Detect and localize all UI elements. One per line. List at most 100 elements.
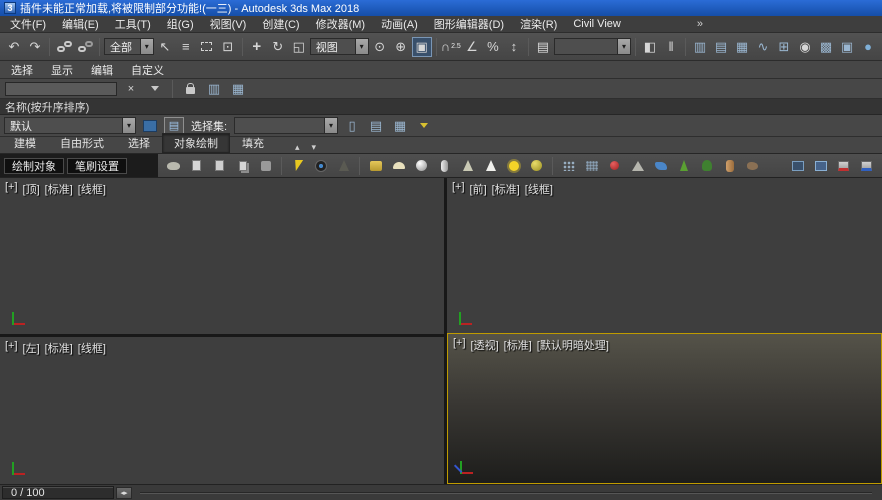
use-pivot-center-icon[interactable]: ⊙ — [370, 37, 390, 57]
selection-region-icon[interactable] — [197, 37, 217, 57]
search-input[interactable] — [5, 81, 117, 96]
viewport-pov-menu[interactable]: [前] — [470, 181, 487, 197]
percent-snap-icon[interactable]: % — [483, 37, 503, 57]
selection-set-combo[interactable]: ▾ — [234, 117, 339, 134]
layer-explorer-toggle-icon[interactable]: ▤ — [711, 37, 731, 57]
select-and-scale-icon[interactable]: ◱ — [289, 37, 309, 57]
capsule-icon[interactable] — [434, 155, 455, 176]
selection-filter-combo[interactable]: 全部 ▾ — [104, 38, 154, 55]
menu-group[interactable]: 组(G) — [159, 16, 202, 32]
panel-a-icon[interactable] — [787, 155, 808, 176]
select-by-name-icon[interactable]: ≡ — [176, 37, 196, 57]
menu-views[interactable]: 视图(V) — [202, 16, 255, 32]
viewport-preset-menu[interactable]: [标准] — [492, 181, 520, 197]
menu-create[interactable]: 创建(C) — [254, 16, 307, 32]
scatter-b-icon[interactable] — [581, 155, 602, 176]
box-icon[interactable] — [365, 155, 386, 176]
lightning-icon[interactable] — [287, 155, 308, 176]
viewport-plus-menu[interactable]: [+] — [5, 340, 18, 356]
viewport-preset-menu[interactable]: [标准] — [45, 181, 73, 197]
tree-icon[interactable] — [696, 155, 717, 176]
edit-set-icon[interactable]: ▦ — [390, 116, 410, 136]
title-bar[interactable]: 3 插件未能正常加载,将被限制部分功能!(一三) - Autodesk 3ds … — [0, 0, 882, 16]
wave-icon[interactable] — [650, 155, 671, 176]
window-crossing-icon[interactable]: ⊡ — [218, 37, 238, 57]
lock-icon[interactable] — [180, 79, 200, 99]
set-filter-icon[interactable] — [414, 116, 434, 136]
explorer-preset-combo[interactable]: 默认 ▾ — [4, 117, 136, 134]
explorer-menu-display[interactable]: 显示 — [42, 62, 82, 78]
pages-icon[interactable] — [232, 155, 253, 176]
clear-search-icon[interactable]: × — [121, 79, 141, 99]
cone-white-icon[interactable] — [480, 155, 501, 176]
viewport-top[interactable]: [+] [顶] [标准] [线框] — [0, 178, 444, 334]
viewport-shading-menu[interactable]: [线框] — [78, 340, 106, 356]
reference-coordsys-combo[interactable]: 视图 ▾ — [309, 38, 369, 55]
explorer-option-a-icon[interactable]: ▥ — [204, 79, 224, 99]
scene-explorer-toggle-icon[interactable]: ▥ — [690, 37, 710, 57]
explorer-option-b-icon[interactable]: ▦ — [228, 79, 248, 99]
spray-icon[interactable] — [255, 155, 276, 176]
viewport-perspective-active[interactable]: [+] [透视] [标准] [默认明暗处理] — [447, 333, 882, 484]
ribbon-minimize-icon[interactable]: ▴ — [290, 142, 305, 153]
angle-snap-icon[interactable]: ∠ — [462, 37, 482, 57]
cone-dark-icon[interactable] — [333, 155, 354, 176]
sun-icon[interactable] — [503, 155, 524, 176]
scatter-a-icon[interactable] — [558, 155, 579, 176]
viewport-pov-menu[interactable]: [顶] — [23, 181, 40, 197]
viewport-preset-menu[interactable]: [标准] — [504, 337, 532, 353]
menu-civil-view[interactable]: Civil View — [565, 16, 628, 32]
edit-named-sets-icon[interactable]: ▤ — [533, 37, 553, 57]
create-set-icon[interactable]: ▯ — [342, 116, 362, 136]
dome-icon[interactable] — [388, 155, 409, 176]
mirror-icon[interactable]: ◧ — [640, 37, 660, 57]
ribbon-tab-freeform[interactable]: 自由形式 — [48, 133, 116, 153]
viewport-shading-menu[interactable]: [默认明暗处理] — [537, 337, 609, 353]
select-and-link-icon[interactable] — [54, 37, 74, 57]
camera-eye-icon[interactable] — [310, 155, 331, 176]
ribbon-tab-modeling[interactable]: 建模 — [2, 133, 48, 153]
time-slider-track[interactable] — [140, 491, 872, 494]
tool-red-icon[interactable] — [833, 155, 854, 176]
barrel-icon[interactable] — [719, 155, 740, 176]
ribbon-tab-populate[interactable]: 填充 — [230, 133, 276, 153]
page-new-icon[interactable] — [186, 155, 207, 176]
spinner-snap-icon[interactable]: ↕ — [504, 37, 524, 57]
column-chooser-button[interactable]: ▤ — [164, 117, 184, 134]
align-icon[interactable]: ‖ — [661, 37, 681, 57]
add-to-set-icon[interactable]: ▤ — [366, 116, 386, 136]
render-setup-icon[interactable]: ▩ — [816, 37, 836, 57]
menu-file[interactable]: 文件(F) — [2, 16, 54, 32]
viewport-preset-menu[interactable]: [标准] — [45, 340, 73, 356]
unlink-selection-icon[interactable] — [75, 37, 95, 57]
paint-objects-button[interactable]: 绘制对象 — [4, 157, 64, 174]
redo-icon[interactable]: ↷ — [25, 37, 45, 57]
ribbon-options-icon[interactable]: ▾ — [307, 142, 322, 153]
select-object-icon[interactable]: ↖ — [155, 37, 175, 57]
time-slider-thumb[interactable]: 0 / 100 — [2, 486, 114, 499]
named-sets-combo[interactable]: ▾ — [553, 38, 631, 55]
ribbon-toggle-icon[interactable]: ▦ — [732, 37, 752, 57]
menu-overflow-icon[interactable]: » — [691, 18, 709, 30]
grass-icon[interactable] — [673, 155, 694, 176]
render-production-icon[interactable]: ● — [858, 37, 878, 57]
menu-rendering[interactable]: 渲染(R) — [512, 16, 565, 32]
apple-icon[interactable] — [604, 155, 625, 176]
schematic-view-icon[interactable]: ⊞ — [774, 37, 794, 57]
viewport-shading-menu[interactable]: [线框] — [525, 181, 553, 197]
filter-icon[interactable] — [145, 79, 165, 99]
explorer-menu-edit[interactable]: 编辑 — [82, 62, 122, 78]
viewport-left[interactable]: [+] [左] [标准] [线框] — [0, 337, 444, 484]
teapot-icon[interactable] — [163, 155, 184, 176]
viewport-shading-menu[interactable]: [线框] — [78, 181, 106, 197]
keyboard-override-icon[interactable]: ▣ — [411, 36, 432, 57]
rendered-frame-icon[interactable]: ▣ — [837, 37, 857, 57]
rock-icon[interactable] — [742, 155, 763, 176]
pyramid-icon[interactable] — [627, 155, 648, 176]
viewport-pov-menu[interactable]: [左] — [23, 340, 40, 356]
menu-graph-editors[interactable]: 图形编辑器(D) — [426, 16, 512, 32]
viewport-plus-menu[interactable]: [+] — [5, 181, 18, 197]
select-and-manipulate-icon[interactable]: ⊕ — [391, 37, 411, 57]
menu-modifiers[interactable]: 修改器(M) — [308, 16, 374, 32]
cone-icon[interactable] — [457, 155, 478, 176]
